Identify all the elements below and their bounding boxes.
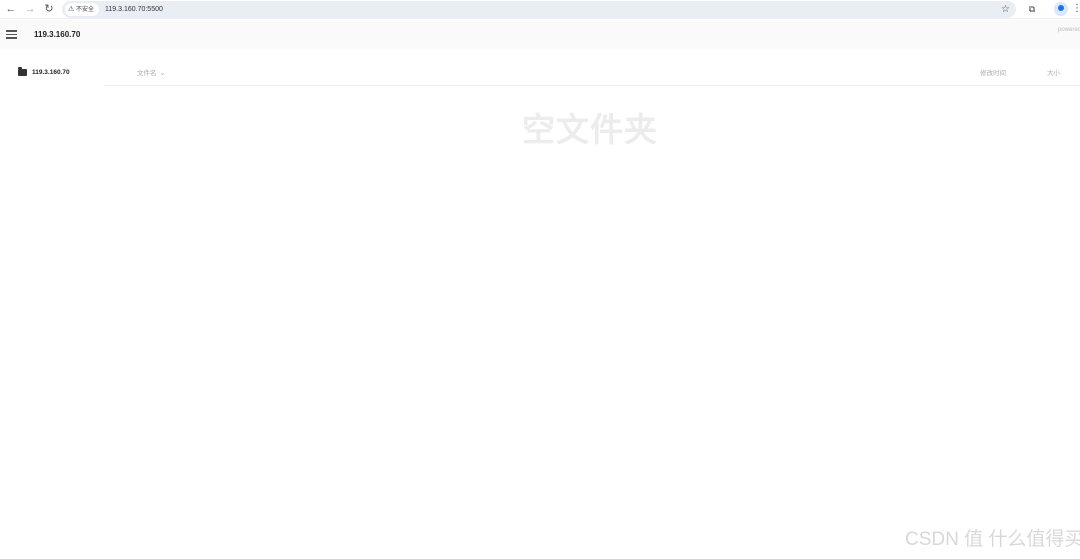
extensions-icon[interactable]: ⧉ [1026, 3, 1038, 15]
bookmark-star-icon[interactable]: ☆ [1001, 2, 1010, 17]
browser-menu-icon[interactable]: ⋮ [1072, 2, 1080, 16]
powered-by-text: powered by Go [1058, 27, 1080, 33]
address-bar[interactable]: ⚠ 不安全 119.3.160.70:5500 ☆ [62, 1, 1016, 18]
column-header-name-label: 文件名 [137, 70, 157, 77]
sidebar-item-label: 119.3.160.70 [32, 68, 70, 76]
security-label: 不安全 [76, 7, 95, 13]
column-header-size[interactable]: 大小 [1047, 67, 1060, 77]
file-list-header: 文件名 ⌄ 修改时间 大小 [104, 60, 1080, 86]
browser-toolbar: ← → ↻ ⚠ 不安全 119.3.160.70:5500 ☆ ⧉ ⋮ [0, 0, 1080, 19]
back-arrow-icon[interactable]: ← [4, 2, 18, 16]
reload-icon[interactable]: ↻ [42, 2, 56, 16]
watermark: CSDN 值 什么值得买 [905, 529, 1080, 550]
hamburger-menu-icon[interactable] [6, 30, 17, 39]
column-header-name[interactable]: 文件名 ⌄ [137, 67, 165, 77]
page-title: 119.3.160.70 [34, 30, 81, 39]
url-text[interactable]: 119.3.160.70:5500 [105, 1, 163, 18]
folder-icon [18, 67, 27, 76]
sidebar-item-root-folder[interactable]: 119.3.160.70 [18, 66, 70, 78]
column-header-modified[interactable]: 修改时间 [980, 67, 1006, 77]
chevron-down-icon: ⌄ [159, 70, 166, 77]
app-header: 119.3.160.70 powered by Go [0, 20, 1080, 49]
warning-icon: ⚠ [68, 6, 75, 13]
security-indicator[interactable]: ⚠ 不安全 [65, 3, 100, 16]
empty-folder-message: 空文件夹 [522, 111, 658, 148]
forward-arrow-icon[interactable]: → [23, 2, 37, 16]
profile-avatar-icon[interactable] [1054, 2, 1068, 16]
